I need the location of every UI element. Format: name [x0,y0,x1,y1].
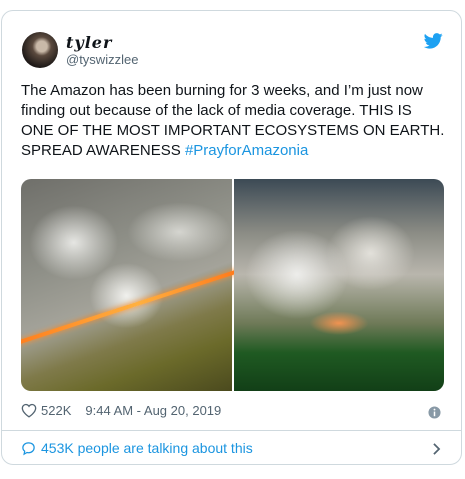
hashtag-link[interactable]: #PrayforAmazonia [185,142,308,159]
tweet-meta: 522K 9:44 AM - Aug 20, 2019 [21,403,221,418]
info-icon[interactable] [428,406,441,419]
tweet-timestamp[interactable]: 9:44 AM - Aug 20, 2019 [85,403,221,418]
chevron-right-icon [433,443,441,455]
avatar[interactable] [22,32,58,68]
photo-amazon-fire-right[interactable] [233,179,444,391]
tweet-embed-card: tyler @tyswizzlee The Amazon has been bu… [1,10,462,465]
like-count[interactable]: 522K [41,403,71,418]
tweet-text: The Amazon has been burning for 3 weeks,… [21,81,447,161]
conversation-link[interactable]: 453K people are talking about this [2,431,461,465]
twitter-bird-icon[interactable] [424,33,443,49]
conversation-label: 453K people are talking about this [41,440,253,456]
display-name[interactable]: tyler [66,33,112,52]
user-handle[interactable]: @tyswizzlee [66,52,138,67]
speech-bubble-icon [22,441,35,455]
tweet-media [21,179,444,391]
heart-icon[interactable] [21,403,37,418]
photo-amazon-fire-left[interactable] [21,179,232,391]
